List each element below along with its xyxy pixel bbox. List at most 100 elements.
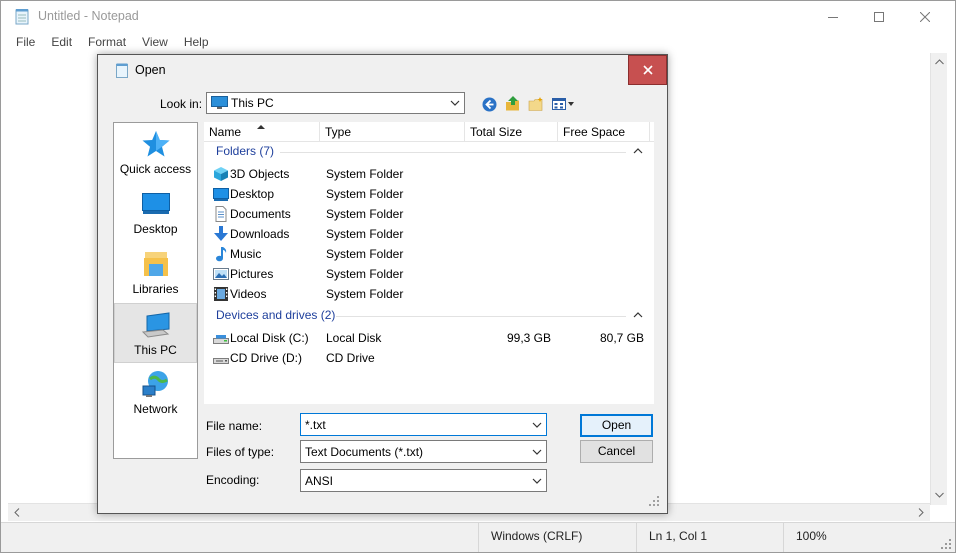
cd-drive-icon: [213, 358, 229, 364]
encoding-dropdown[interactable]: ANSI: [300, 469, 547, 492]
group-divider: [280, 152, 626, 153]
videos-icon: [214, 287, 228, 301]
place-label: This PC: [134, 343, 177, 357]
place-label: Network: [133, 402, 178, 416]
documents-icon: [215, 206, 227, 222]
column-header-name[interactable]: Name: [204, 122, 320, 142]
close-icon: [920, 11, 930, 22]
list-item[interactable]: Videos System Folder: [204, 284, 654, 304]
up-one-level-icon[interactable]: [504, 95, 521, 112]
group-title: Folders (7): [216, 144, 275, 158]
new-folder-icon[interactable]: [528, 96, 544, 112]
place-label: Desktop: [133, 222, 178, 236]
network-icon: [142, 371, 168, 397]
open-dialog: Open Look in: This PC Quick access Deskt…: [97, 54, 668, 514]
list-item[interactable]: Downloads System Folder: [204, 224, 654, 244]
close-icon: [642, 65, 653, 75]
list-item[interactable]: Music System Folder: [204, 244, 654, 264]
file-type-dropdown[interactable]: Text Documents (*.txt): [300, 440, 547, 463]
chevron-down-icon: [532, 478, 542, 484]
menu-format[interactable]: Format: [80, 33, 134, 53]
menu-view[interactable]: View: [134, 33, 176, 53]
list-item[interactable]: Pictures System Folder: [204, 264, 654, 284]
menu-edit[interactable]: Edit: [43, 33, 80, 53]
chevron-up-icon: [633, 312, 643, 318]
encoding-value: ANSI: [305, 474, 334, 488]
scroll-up-arrow-icon[interactable]: [931, 53, 948, 70]
star-icon: [142, 131, 169, 157]
maximize-button[interactable]: [856, 0, 902, 33]
file-type-label: Files of type:: [206, 445, 275, 459]
desktop-icon: [141, 193, 170, 214]
downloads-icon: [214, 226, 228, 241]
group-divider: [336, 316, 626, 317]
file-name-input[interactable]: *.txt: [300, 413, 547, 436]
libraries-icon: [143, 252, 168, 276]
places-bar: Quick access Desktop Libraries This PC N…: [113, 122, 198, 459]
file-name-label: File name:: [206, 419, 263, 433]
look-in-value: This PC: [231, 96, 274, 110]
resize-grip-icon[interactable]: [648, 495, 660, 507]
place-desktop[interactable]: Desktop: [114, 183, 197, 243]
window-title: Untitled - Notepad: [38, 9, 139, 23]
chevron-down-icon[interactable]: [532, 420, 542, 430]
list-item[interactable]: Local Disk (C:) Local Disk 99,3 GB 80,7 …: [204, 328, 654, 348]
chevron-up-icon: [633, 148, 643, 154]
resize-grip-icon[interactable]: [941, 539, 951, 549]
scroll-right-arrow-icon[interactable]: [912, 504, 929, 521]
look-in-dropdown[interactable]: This PC: [206, 92, 465, 114]
3d-objects-icon: [214, 167, 228, 181]
cancel-button[interactable]: Cancel: [580, 440, 653, 463]
status-bar: Windows (CRLF) Ln 1, Col 1 100%: [1, 522, 955, 553]
menu-help[interactable]: Help: [176, 33, 217, 53]
place-this-pc[interactable]: This PC: [114, 303, 197, 363]
scroll-down-arrow-icon[interactable]: [931, 486, 948, 503]
sort-ascending-icon: [257, 125, 265, 129]
column-header-total-size[interactable]: Total Size: [465, 122, 558, 142]
group-header-folders[interactable]: Folders (7): [204, 143, 644, 161]
place-label: Libraries: [132, 282, 179, 296]
status-cursor-position: Ln 1, Col 1: [636, 523, 783, 553]
back-arrow-icon[interactable]: [482, 97, 497, 112]
place-label: Quick access: [119, 162, 192, 176]
this-pc-icon: [211, 96, 228, 109]
open-button[interactable]: Open: [580, 414, 653, 437]
list-item[interactable]: Desktop System Folder: [204, 184, 654, 204]
vertical-scrollbar[interactable]: [930, 53, 947, 505]
place-network[interactable]: Network: [114, 363, 197, 423]
chevron-down-icon: [450, 100, 460, 106]
status-zoom: 100%: [783, 523, 933, 553]
file-type-value: Text Documents (*.txt): [305, 445, 424, 459]
encoding-label: Encoding:: [206, 473, 260, 487]
desktop-icon: [213, 188, 229, 201]
view-menu-icon[interactable]: [552, 96, 576, 112]
column-headers: Name Type Total Size Free Space: [204, 122, 654, 142]
this-pc-icon: [141, 312, 169, 338]
file-list-view[interactable]: Name Type Total Size Free Space Folders …: [204, 122, 654, 404]
list-item[interactable]: Documents System Folder: [204, 204, 654, 224]
dialog-title: Open: [135, 63, 166, 77]
hard-drive-icon: [213, 335, 229, 344]
menu-bar: File Edit Format View Help: [1, 33, 955, 53]
group-header-devices[interactable]: Devices and drives (2): [204, 307, 644, 325]
list-item[interactable]: CD Drive (D:) CD Drive: [204, 348, 654, 368]
look-in-label: Look in:: [160, 97, 203, 111]
place-quick-access[interactable]: Quick access: [114, 123, 197, 183]
chevron-down-icon: [532, 449, 542, 455]
scroll-left-arrow-icon[interactable]: [8, 504, 25, 521]
column-header-type[interactable]: Type: [320, 122, 465, 142]
minimize-button[interactable]: [810, 0, 856, 33]
notepad-icon: [15, 9, 29, 25]
place-libraries[interactable]: Libraries: [114, 243, 197, 303]
column-header-label: Name: [209, 125, 242, 139]
menu-file[interactable]: File: [1, 33, 43, 53]
pictures-icon: [213, 268, 229, 280]
minimize-icon: [828, 16, 838, 18]
music-icon: [216, 247, 227, 262]
close-button[interactable]: [902, 0, 948, 33]
column-header-free-space[interactable]: Free Space: [558, 122, 650, 142]
group-title: Devices and drives (2): [216, 308, 336, 322]
dialog-titlebar: [98, 55, 667, 85]
list-item[interactable]: 3D Objects System Folder: [204, 164, 654, 184]
dialog-close-button[interactable]: [628, 55, 667, 85]
